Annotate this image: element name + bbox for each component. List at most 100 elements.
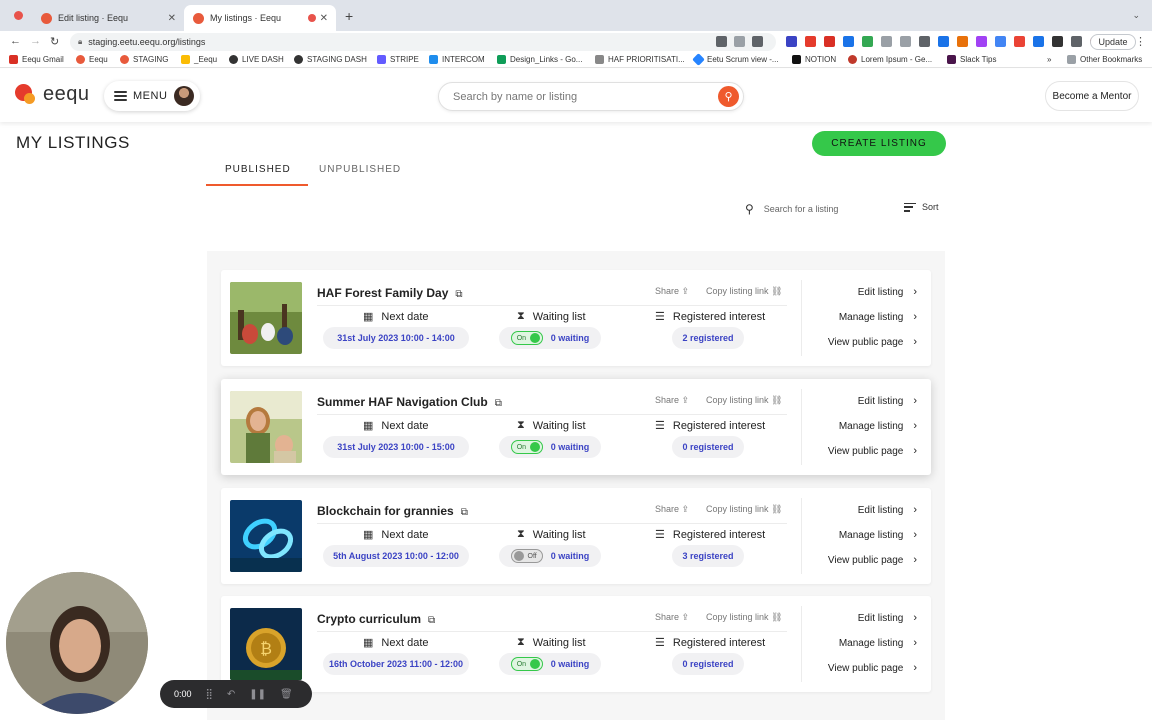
listing-title[interactable]: Blockchain for grannies ⧉ (317, 504, 468, 518)
extension-icon[interactable] (919, 36, 930, 47)
menu-button[interactable]: MENU (104, 81, 200, 111)
share-button[interactable]: Share ⇪ (655, 504, 689, 515)
tab-search-chevron-icon[interactable]: ⌄ (1132, 10, 1140, 21)
copy-link-button[interactable]: Copy listing link ⛓ (706, 286, 782, 297)
extension-icon[interactable] (805, 36, 816, 47)
listing-card[interactable]: Summer HAF Navigation Club ⧉ Share ⇪ Copy… (221, 379, 931, 475)
listing-card[interactable]: ₿ Crypto curriculum ⧉ Share ⇪ Copy listin… (221, 596, 931, 692)
forward-arrow-icon[interactable]: → (30, 35, 41, 47)
view-public-page-link[interactable]: View public page › (828, 336, 917, 348)
bookmark-star-icon[interactable] (752, 36, 763, 47)
share-button[interactable]: Share ⇪ (655, 395, 689, 406)
copy-link-button[interactable]: Copy listing link ⛓ (706, 612, 782, 623)
waitlist-toggle[interactable]: On (510, 657, 543, 671)
waiting-count[interactable]: 0 waiting (551, 659, 590, 669)
other-bookmarks[interactable]: Other Bookmarks (1067, 55, 1142, 64)
extension-icon[interactable] (938, 36, 949, 47)
share-button[interactable]: Share ⇪ (655, 286, 689, 297)
bookmark-item[interactable]: Slack Tips (947, 55, 996, 64)
waitlist-toggle[interactable]: Off (510, 549, 543, 563)
browser-tab-edit-listing[interactable]: Edit listing · Eequ ✕ (32, 5, 184, 31)
bookmark-item[interactable]: Design_Links - Go... (497, 55, 582, 64)
external-link-icon[interactable]: ⧉ (455, 289, 462, 300)
view-public-page-link[interactable]: View public page › (828, 445, 917, 457)
manage-listing-link[interactable]: Manage listing › (839, 420, 917, 432)
close-icon[interactable]: ✕ (168, 13, 176, 24)
url-field[interactable]: 🔒︎ staging.eetu.eequ.org/listings (70, 33, 776, 51)
become-mentor-button[interactable]: Become a Mentor (1045, 81, 1139, 111)
view-public-page-link[interactable]: View public page › (828, 554, 917, 566)
edit-listing-link[interactable]: Edit listing › (858, 395, 917, 407)
update-button[interactable]: Update (1090, 34, 1136, 50)
bookmark-item[interactable]: Eequ Gmail (9, 55, 64, 64)
more-bookmarks-button[interactable]: » (1047, 55, 1051, 64)
puzzle-icon[interactable] (1052, 36, 1063, 47)
listing-thumbnail[interactable] (230, 282, 302, 354)
edit-listing-link[interactable]: Edit listing › (858, 504, 917, 516)
bookmark-item[interactable]: STAGING DASH (294, 55, 367, 64)
listing-title[interactable]: HAF Forest Family Day ⧉ (317, 286, 463, 300)
share-button[interactable]: Share ⇪ (655, 612, 689, 623)
more-vert-icon[interactable]: ⋮ (1135, 35, 1146, 48)
sidebar-icon[interactable] (1071, 36, 1082, 47)
extension-icon[interactable] (824, 36, 835, 47)
listing-title[interactable]: Crypto curriculum ⧉ (317, 612, 435, 626)
extension-icon[interactable] (976, 36, 987, 47)
edit-listing-link[interactable]: Edit listing › (858, 612, 917, 624)
copy-link-button[interactable]: Copy listing link ⛓ (706, 395, 782, 406)
pause-icon[interactable]: ❚❚ (249, 689, 266, 700)
browser-tab-my-listings[interactable]: My listings · Eequ ✕ (184, 5, 336, 31)
listing-thumbnail[interactable] (230, 500, 302, 572)
listing-search-input[interactable]: ⚲ Search for a listing (745, 200, 883, 218)
registered-pill[interactable]: 3 registered (672, 545, 744, 567)
waitlist-toggle[interactable]: On (510, 331, 543, 345)
bookmark-item[interactable]: STRIPE (377, 55, 419, 64)
tab-unpublished[interactable]: UNPUBLISHED (319, 164, 401, 175)
registered-pill[interactable]: 0 registered (672, 653, 744, 675)
bookmark-item[interactable]: Eequ (76, 55, 108, 64)
waiting-count[interactable]: 0 waiting (551, 551, 590, 561)
close-icon[interactable]: ✕ (320, 13, 328, 24)
waitlist-toggle[interactable]: On (510, 440, 543, 454)
tab-published[interactable]: PUBLISHED (225, 164, 291, 175)
extension-icon[interactable] (995, 36, 1006, 47)
reload-icon[interactable]: ↻ (50, 35, 59, 48)
listing-thumbnail[interactable]: ₿ (230, 608, 302, 680)
bookmark-item[interactable]: HAF PRIORITISATI... (595, 55, 685, 64)
window-close-dot[interactable] (14, 11, 23, 20)
external-link-icon[interactable]: ⧉ (495, 398, 502, 409)
back-arrow-icon[interactable]: ← (10, 35, 21, 47)
next-date-pill[interactable]: 5th August 2023 10:00 - 12:00 (323, 545, 469, 567)
extension-icon[interactable] (862, 36, 873, 47)
search-icon[interactable]: ⚲ (718, 86, 739, 107)
bookmark-item[interactable]: INTERCOM (429, 55, 485, 64)
bookmark-item[interactable]: Lorem Ipsum - Ge... (848, 55, 932, 64)
eequ-logo[interactable]: eequ (15, 82, 90, 106)
trash-icon[interactable]: 🗑︎ (280, 689, 293, 700)
registered-pill[interactable]: 0 registered (672, 436, 744, 458)
bookmark-item[interactable]: NOTION (792, 55, 836, 64)
sort-button[interactable]: Sort (904, 202, 939, 212)
waiting-count[interactable]: 0 waiting (551, 442, 590, 452)
listing-thumbnail[interactable] (230, 391, 302, 463)
cast-icon[interactable] (716, 36, 727, 47)
extension-icon[interactable] (1033, 36, 1044, 47)
next-date-pill[interactable]: 31st July 2023 10:00 - 15:00 (323, 436, 469, 458)
bookmark-item[interactable]: LIVE DASH (229, 55, 284, 64)
grid-icon[interactable]: ⣿ (206, 689, 213, 700)
webcam-bubble[interactable] (6, 572, 148, 714)
external-link-icon[interactable]: ⧉ (461, 507, 468, 518)
undo-icon[interactable]: ↶ (227, 689, 235, 700)
manage-listing-link[interactable]: Manage listing › (839, 529, 917, 541)
extension-icon[interactable] (786, 36, 797, 47)
registered-pill[interactable]: 2 registered (672, 327, 744, 349)
copy-link-button[interactable]: Copy listing link ⛓ (706, 504, 782, 515)
share-icon[interactable] (734, 36, 745, 47)
extension-icon[interactable] (843, 36, 854, 47)
extension-icon[interactable] (957, 36, 968, 47)
extension-icon[interactable] (900, 36, 911, 47)
external-link-icon[interactable]: ⧉ (428, 615, 435, 626)
create-listing-button[interactable]: CREATE LISTING (812, 131, 946, 156)
waiting-count[interactable]: 0 waiting (551, 333, 590, 343)
next-date-pill[interactable]: 31st July 2023 10:00 - 14:00 (323, 327, 469, 349)
